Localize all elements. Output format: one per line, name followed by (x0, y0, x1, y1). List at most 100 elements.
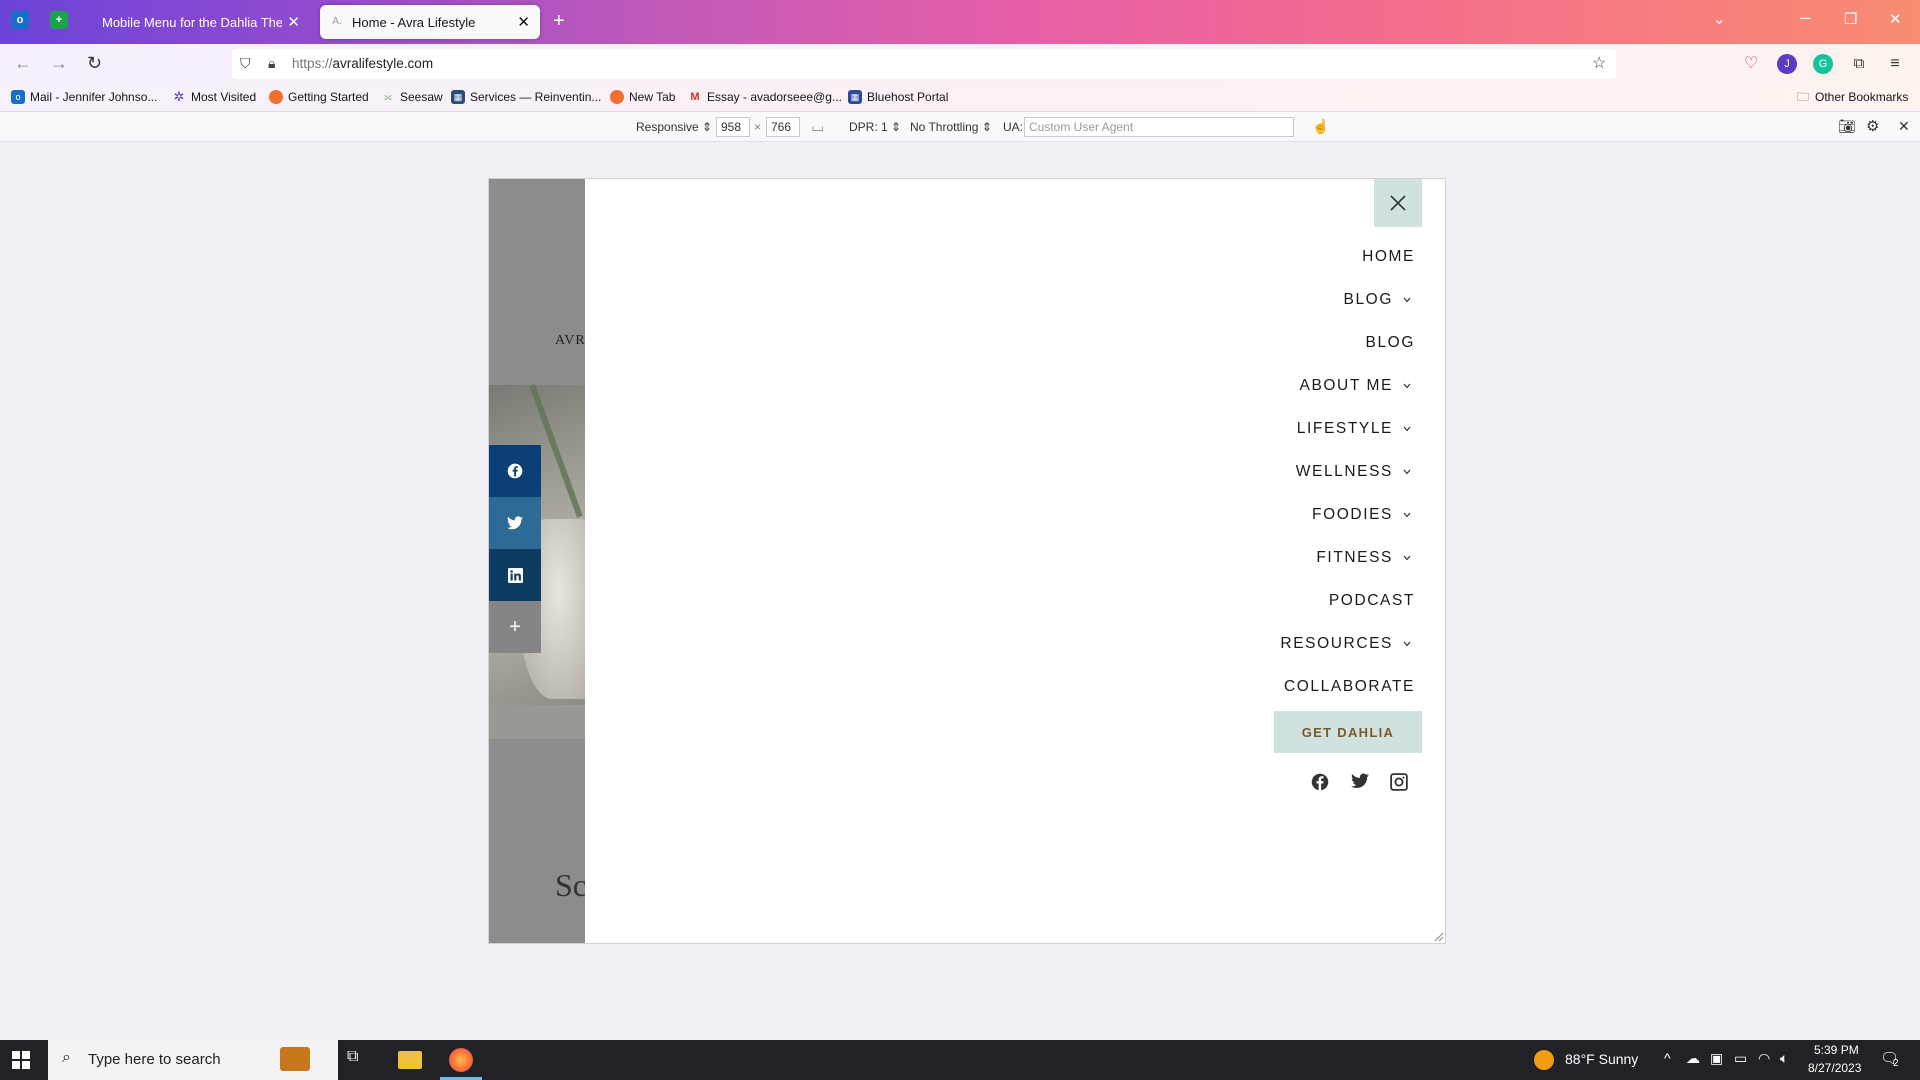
device-selector[interactable]: Responsive ⇕ (636, 120, 712, 134)
weather-sun-icon[interactable] (1534, 1050, 1554, 1070)
security-icon[interactable]: ▣ (1710, 1050, 1723, 1067)
viewport-width-input[interactable]: 958 (716, 117, 750, 137)
firefox-taskbar-icon[interactable] (449, 1048, 473, 1072)
close-rdm-icon[interactable]: ✕ (1898, 118, 1910, 135)
chevron-down-icon[interactable] (1403, 383, 1417, 389)
dpr-label: DPR: 1 (849, 120, 888, 134)
extensions-icon[interactable]: ⧉ (1849, 54, 1869, 74)
share-twitter-button[interactable] (489, 497, 541, 549)
bookmark-item[interactable]: o Mail - Jennifer Johnso... (11, 90, 157, 104)
viewport-height-input[interactable]: 766 (766, 117, 800, 137)
menu-item[interactable]: ABOUT ME (1280, 364, 1415, 407)
chevron-down-icon[interactable] (1403, 641, 1417, 647)
bookmark-item[interactable]: ▦ Bluehost Portal (848, 90, 948, 104)
other-bookmarks[interactable]: 🗀︎ Other Bookmarks (1796, 90, 1908, 104)
url-domain: avralifestyle.com (332, 56, 434, 71)
instagram-link[interactable] (1390, 773, 1408, 791)
facebook-link[interactable] (1311, 773, 1329, 791)
show-hidden-icons-chevron-icon[interactable]: ^ (1664, 1050, 1671, 1066)
chevron-down-icon[interactable] (1403, 469, 1417, 475)
screenshot-icon[interactable]: 📷︎ (1838, 118, 1856, 135)
menu-item-label: BLOG (1365, 333, 1415, 351)
tab-mobile-menu[interactable]: Mobile Menu for the Dahlia Theme ✕ (88, 5, 310, 39)
shield-icon[interactable]: ⛉ (240, 55, 251, 72)
menu-item[interactable]: BLOG (1280, 321, 1415, 364)
menu-item[interactable]: FOODIES (1280, 493, 1415, 536)
reload-icon[interactable]: ↻ (87, 53, 102, 74)
back-arrow-icon[interactable]: ← (14, 53, 32, 74)
close-menu-button[interactable] (1374, 179, 1422, 227)
grammarly-icon[interactable]: G (1813, 54, 1833, 74)
taskbar-search-box[interactable]: ⌕ Type here to search (48, 1040, 338, 1080)
menu-item[interactable]: PODCAST (1280, 579, 1415, 622)
bookmark-item[interactable]: ✲ Most Visited (172, 90, 257, 105)
menu-item[interactable]: LIFESTYLE (1280, 407, 1415, 450)
hamburger-menu-icon[interactable]: ≡ (1885, 54, 1905, 74)
bookmark-item[interactable]: ⟗ Seesaw (381, 90, 443, 104)
share-more-button[interactable]: + (489, 601, 541, 653)
instagram-icon (1390, 773, 1408, 791)
bookmark-label: Mail - Jennifer Johnso... (30, 90, 158, 104)
throttling-selector[interactable]: No Throttling ⇕ (910, 120, 992, 134)
menu-item[interactable]: WELLNESS (1280, 450, 1415, 493)
bookmark-label: Getting Started (288, 90, 369, 104)
forward-arrow-icon[interactable]: → (50, 53, 68, 74)
restore-button[interactable]: ❐ (1844, 10, 1857, 28)
chevron-down-icon[interactable] (1403, 512, 1417, 518)
ua-label: UA: (1003, 120, 1024, 134)
chevron-down-icon[interactable] (1403, 426, 1417, 432)
account-avatar[interactable]: J (1777, 54, 1797, 74)
twitter-link[interactable] (1351, 773, 1369, 791)
onedrive-cloud-icon[interactable]: ☁ (1686, 1050, 1700, 1067)
bookmark-item[interactable]: New Tab (610, 90, 675, 104)
menu-item[interactable]: HOME (1280, 235, 1415, 278)
new-tab-button[interactable]: + (553, 10, 565, 33)
settings-gear-icon[interactable]: ⚙ (1866, 117, 1879, 135)
close-window-button[interactable]: ✕ (1889, 10, 1902, 28)
share-facebook-button[interactable] (489, 445, 541, 497)
menu-item[interactable]: BLOG (1280, 278, 1415, 321)
menu-item[interactable]: FITNESS (1280, 536, 1415, 579)
menu-item[interactable]: RESOURCES (1280, 622, 1415, 665)
task-view-icon[interactable]: ⧉ (347, 1048, 371, 1072)
star-bookmark-icon[interactable]: ☆ (1592, 53, 1606, 73)
pocket-icon[interactable]: ♡ (1741, 54, 1761, 74)
windows-start-icon[interactable] (12, 1051, 30, 1069)
bookmark-label: Essay - avadorseee@g... (707, 90, 842, 104)
address-bar[interactable]: ⛉ 🔒︎ https://avralifestyle.com ☆ (232, 49, 1616, 79)
viewport-resize-handle[interactable] (1432, 930, 1444, 942)
close-tab-icon[interactable]: ✕ (517, 13, 530, 31)
clock-date[interactable]: 8/27/2023 (1808, 1061, 1861, 1075)
work-briefcase-icon[interactable] (280, 1047, 310, 1071)
gmail-icon: M (690, 91, 700, 103)
volume-icon[interactable]: 🔈︎ (1780, 1050, 1788, 1067)
touch-simulation-icon[interactable]: ☝ (1312, 118, 1329, 135)
bookmark-item[interactable]: M Essay - avadorseee@g... (688, 90, 842, 104)
battery-icon[interactable]: ▭ (1734, 1050, 1747, 1067)
dpr-selector[interactable]: DPR: 1 ⇕ (849, 120, 901, 134)
weather-text[interactable]: 88°F Sunny (1565, 1051, 1638, 1067)
menu-item-label: RESOURCES (1280, 634, 1393, 652)
lock-icon[interactable]: 🔒︎ (268, 55, 275, 72)
minimize-button[interactable]: ─ (1800, 10, 1811, 27)
wifi-icon[interactable]: ◠ (1758, 1050, 1770, 1067)
chevron-down-icon[interactable] (1403, 297, 1417, 303)
user-agent-input[interactable]: Custom User Agent (1024, 117, 1294, 137)
url-text[interactable]: https://avralifestyle.com (292, 56, 433, 71)
close-tab-icon[interactable]: ✕ (287, 13, 300, 31)
chevron-down-icon[interactable] (1403, 555, 1417, 561)
share-linkedin-button[interactable] (489, 549, 541, 601)
file-explorer-icon[interactable] (398, 1051, 422, 1069)
tab-home-avra[interactable]: A. Home - Avra Lifestyle ✕ (320, 5, 540, 39)
get-dahlia-button[interactable]: GET DAHLIA (1274, 711, 1422, 753)
app-icon-plus[interactable]: + (50, 11, 68, 29)
bookmark-label: Seesaw (400, 90, 443, 104)
menu-item-label: PODCAST (1328, 591, 1415, 609)
clock-time[interactable]: 5:39 PM (1814, 1043, 1859, 1057)
bookmark-item[interactable]: Getting Started (269, 90, 369, 104)
bookmark-item[interactable]: ▦ Services — Reinventin... (451, 90, 601, 104)
rotate-viewport-icon[interactable]: ⌴ (812, 118, 823, 135)
list-tabs-icon[interactable]: ⌄ (1713, 10, 1726, 28)
outlook-app-icon[interactable]: o (11, 11, 29, 29)
menu-item[interactable]: COLLABORATE (1280, 665, 1415, 708)
